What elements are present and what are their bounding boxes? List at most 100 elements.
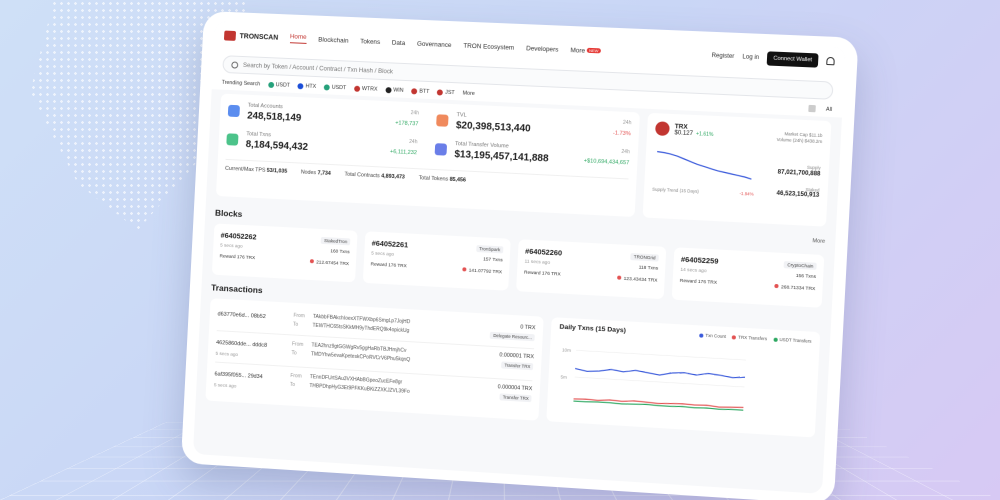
block-producer[interactable]: CryptoChain	[784, 261, 817, 270]
nav-blockchain[interactable]: Blockchain	[318, 36, 349, 44]
token-icon	[385, 87, 391, 93]
nav-home[interactable]: Home	[290, 33, 307, 44]
stat-value: $20,398,513,440	[456, 120, 531, 134]
blocks-more-link[interactable]: More	[812, 238, 825, 249]
block-txns[interactable]: 160 Txns	[330, 249, 349, 255]
block-txns[interactable]: 157 Txns	[483, 257, 503, 263]
register-link[interactable]: Register	[711, 53, 734, 60]
nav-governance[interactable]: Governance	[417, 40, 452, 48]
stat-tvl[interactable]: TVL $20,398,513,440 24h -1.73%	[436, 111, 632, 139]
stat-total-accounts[interactable]: Total Accounts 248,518,149 24h +178,737	[228, 102, 420, 130]
connect-wallet-button[interactable]: Connect Wallet	[767, 51, 819, 67]
blocks-title: Blocks	[215, 208, 243, 219]
y-tick-label: 5m	[561, 374, 568, 379]
tx-type: Transfer TRX	[501, 361, 533, 370]
tablet-frame: TRONSCAN Home Blockchain Tokens Data Gov…	[181, 11, 859, 500]
burn-icon	[463, 267, 467, 271]
block-producer[interactable]: StakedTron	[321, 237, 350, 245]
block-bottom: Reward 176 TRX 123.43434 TRX	[524, 271, 658, 284]
trending-item[interactable]: WIN	[385, 87, 404, 94]
tokens-stat[interactable]: Total Tokens 85,456	[418, 175, 466, 183]
tx-hash-col: d63770e6d... 08b52	[217, 308, 286, 330]
block-time: 5 secs ago	[220, 244, 243, 250]
stat-value: 248,518,149	[247, 111, 302, 124]
trending-item[interactable]: USDT	[268, 81, 290, 88]
trending-item[interactable]: WTRX	[354, 85, 378, 92]
block-time: 5 secs ago	[371, 251, 394, 257]
tx-amount: 0.000004 TRX	[498, 384, 533, 392]
trending-item[interactable]: USDT	[324, 84, 347, 91]
block-number[interactable]: #64052259	[681, 255, 719, 266]
tx-hash[interactable]: d63770e6d... 08b52	[217, 311, 285, 321]
block-burn-wrap: 141.07792 TRX	[463, 267, 503, 275]
tronscan-logo-icon	[224, 31, 236, 41]
token-icon	[268, 81, 274, 87]
block-reward: Reward 176 TRX	[524, 271, 561, 279]
stat-total-transfer-volume[interactable]: Total Transfer Volume $13,195,457,141,88…	[434, 140, 630, 168]
trending-token-label: WIN	[393, 87, 404, 93]
block-producer[interactable]: TronSpark	[476, 245, 503, 253]
block-card[interactable]: #64052261 TronSpark 5 secs ago 157 Txns Re…	[363, 231, 511, 290]
tx-hash[interactable]: 6af395f055... 29d34	[214, 371, 282, 381]
stat-body: TVL $20,398,513,440	[456, 112, 532, 134]
nav-tokens[interactable]: Tokens	[360, 38, 380, 46]
trending-item[interactable]: JST	[437, 89, 455, 96]
nodes-value: 7,734	[317, 170, 331, 177]
contracts-label: Total Contracts	[344, 172, 380, 180]
daily-txns-chart: 10m5m	[555, 331, 751, 423]
block-burn-wrap: 212.67454 TRX	[310, 259, 349, 267]
trx-staked-label: Staked	[805, 187, 819, 193]
stat-total-txns[interactable]: Total Txns 8,184,594,432 24h +6,111,232	[226, 130, 418, 158]
transactions-title: Transactions	[211, 282, 263, 295]
trending-item[interactable]: HTX	[298, 83, 317, 90]
nav-developers[interactable]: Developers	[526, 45, 559, 53]
block-burn: 212.67454 TRX	[316, 260, 349, 267]
tx-amount: 0.000001 TRX	[499, 352, 534, 360]
block-txns[interactable]: 156 Txns	[796, 274, 816, 280]
block-number[interactable]: #64052262	[220, 231, 256, 242]
stat-period: 24h	[390, 138, 417, 145]
block-burn: 123.43434 TRX	[624, 277, 658, 284]
legend-usdt-transfers[interactable]: USDT Transfers	[773, 337, 812, 344]
block-card[interactable]: #64052259 CryptoChain 14 secs ago 156 Txns…	[672, 247, 825, 307]
nodes-stat[interactable]: Nodes 7,734	[301, 169, 331, 176]
contracts-stat[interactable]: Total Contracts 4,893,473	[344, 172, 405, 181]
stat-body: Total Accounts 248,518,149	[247, 103, 302, 124]
nav-data[interactable]: Data	[392, 39, 406, 47]
block-card[interactable]: #64052260 TRONGrid 11 secs ago 118 Txns Re…	[516, 239, 666, 299]
stat-value: $13,195,457,141,888	[454, 149, 549, 164]
gridline	[576, 350, 746, 360]
block-txns[interactable]: 118 Txns	[638, 266, 658, 272]
grid-icon[interactable]	[808, 105, 816, 112]
block-number[interactable]: #64052260	[525, 247, 562, 258]
block-number[interactable]: #64052261	[372, 239, 409, 250]
search-icon	[231, 61, 238, 68]
block-time: 11 secs ago	[524, 260, 550, 266]
trending-more-link[interactable]: More	[462, 90, 475, 97]
logo[interactable]: TRONSCAN	[224, 31, 279, 43]
trx-supply-label: Supply	[807, 165, 821, 171]
tx-hash[interactable]: 4625860dde... dddc8	[216, 340, 284, 350]
nav-tron-ecosystem[interactable]: TRON Ecosystem	[463, 42, 514, 51]
tx-time: 5 secs ago	[214, 383, 282, 392]
tx-addresses: From TAkbbFBAkchIoexXTFWXbp6SmgLp7JojHD T…	[293, 312, 483, 341]
trx-transfers-line	[574, 397, 744, 409]
stat-change-value: +6,111,232	[390, 149, 417, 156]
block-card[interactable]: #64052262 StakedTron 5 secs ago 160 Txns R…	[212, 223, 358, 282]
block-bottom: Reward 176 TRX 212.67454 TRX	[219, 254, 349, 267]
block-burn-wrap: 268.71334 TRX	[775, 284, 816, 292]
block-producer[interactable]: TRONGrid	[631, 253, 659, 261]
filter-all-select[interactable]: All	[826, 106, 832, 112]
tx-type: Transfer TRX	[500, 393, 532, 402]
trx-trend-change: -1.94%	[739, 191, 753, 197]
tx-time	[217, 323, 285, 327]
nav-more[interactable]: More NEW	[570, 47, 600, 55]
trx-price-card[interactable]: TRX $0.127 +1.61% Market Cap $11.1b Volum…	[643, 113, 832, 227]
trx-title: TRX $0.127 +1.61%	[674, 123, 714, 138]
login-link[interactable]: Log in	[742, 54, 759, 61]
trending-item[interactable]: BTT	[411, 88, 429, 95]
trx-staked-value: 46,523,150,913	[776, 191, 819, 201]
token-icon	[411, 88, 417, 94]
bell-icon[interactable]	[826, 57, 835, 65]
header-actions: Register Log in Connect Wallet	[711, 49, 835, 68]
